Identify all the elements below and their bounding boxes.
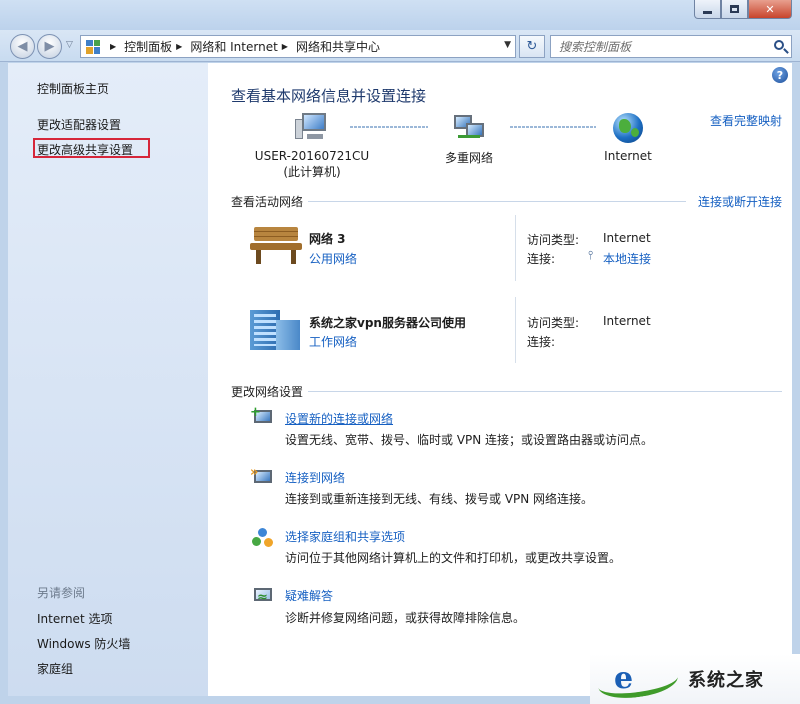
breadcrumb-item[interactable]: 网络和共享中心 [296,38,380,55]
section-divider [308,201,686,202]
task-description: 连接到或重新连接到无线、有线、拨号或 VPN 网络连接。 [285,492,594,506]
connect-to-network-link[interactable]: 连接到网络 [285,469,345,486]
help-icon[interactable]: ? [772,67,788,83]
watermark: e 系统之家 [590,654,800,704]
access-type-label: 访问类型: [527,233,580,247]
window-titlebar: ✕ [0,0,800,30]
work-network-building-icon [250,306,300,350]
back-arrow-icon: ◀ [17,39,28,54]
minimize-button[interactable] [694,0,721,19]
network-label: 多重网络 [444,151,493,165]
page-title: 查看基本网络信息并设置连接 [231,87,427,105]
computer-caption: (此计算机) [283,165,341,179]
access-type-value: Internet [603,231,651,245]
address-bar[interactable]: ▶ 控制面板 ▶ 网络和 Internet ▶ 网络和共享中心 ▼ [80,35,516,58]
breadcrumb-item[interactable]: 网络和 Internet [190,38,277,55]
search-input[interactable] [559,39,759,54]
change-settings-heading: 更改网络设置 [231,385,304,399]
computer-icon [295,113,329,143]
breadcrumb-separator-icon[interactable]: ▶ [110,42,116,51]
sidebar-item-internet-options[interactable]: Internet 选项 [37,610,112,627]
map-network[interactable]: 多重网络 [430,113,508,166]
navigation-bar: ◀ ▶ ▽ ▶ 控制面板 ▶ 网络和 Internet ▶ 网络和共享中心 ▼ … [0,30,800,62]
setup-new-connection-link[interactable]: 设置新的连接或网络 [285,410,393,427]
map-computer[interactable]: USER-20160721CU (此计算机) [252,113,372,180]
search-box[interactable] [550,35,792,58]
section-divider [308,391,782,392]
close-button[interactable]: ✕ [748,0,792,19]
watermark-logo-icon: e [596,659,682,703]
refresh-button[interactable]: ↻ [519,35,545,58]
homegroup-sharing-icon [250,526,274,548]
watermark-text: 系统之家 [688,670,764,691]
computer-name: USER-20160721CU [254,149,370,163]
sidebar: 控制面板主页 更改适配器设置 更改高级共享设置 另请参阅 Internet 选项… [8,63,208,696]
new-connection-icon: + [250,406,274,430]
breadcrumb-separator-icon[interactable]: ▶ [282,42,288,51]
connections-label: 连接: [527,252,556,266]
maximize-button[interactable] [721,0,748,19]
back-button[interactable]: ◀ [10,34,35,59]
public-network-bench-icon [250,225,302,267]
forward-arrow-icon: ▶ [44,39,55,54]
map-connection-line [350,126,428,128]
connect-to-network-icon: » [250,466,274,490]
internet-label: Internet [604,149,652,163]
multiple-networks-icon [452,113,486,143]
local-connection-link[interactable]: 本地连接 [603,250,651,267]
vertical-divider [515,215,516,281]
network-category-link[interactable]: 公用网络 [309,250,357,267]
forward-button[interactable]: ▶ [37,34,62,59]
task-description: 访问位于其他网络计算机上的文件和打印机，或更改共享设置。 [285,551,622,565]
network-name: 系统之家vpn服务器公司使用 [309,316,466,330]
window-controls: ✕ [694,0,792,19]
view-full-map-link[interactable]: 查看完整映射 [710,112,782,129]
close-icon: ✕ [765,2,775,16]
network-category-link[interactable]: 工作网络 [309,333,357,350]
control-panel-icon [86,39,100,54]
task-description: 诊断并修复网络问题，或获得故障排除信息。 [285,611,526,625]
troubleshoot-icon: ≈ [250,586,274,608]
map-internet[interactable]: Internet [590,113,666,163]
sidebar-item-windows-firewall[interactable]: Windows 防火墙 [37,635,130,652]
sidebar-item-change-adapter-settings[interactable]: 更改适配器设置 [37,116,121,133]
minimize-icon [703,10,712,14]
connections-label: 连接: [527,335,556,349]
access-type-label: 访问类型: [527,316,580,330]
maximize-icon [730,5,739,13]
address-dropdown-icon[interactable]: ▼ [504,40,511,50]
sidebar-item-homegroup[interactable]: 家庭组 [37,660,73,677]
recent-pages-dropdown[interactable]: ▽ [66,40,73,50]
active-networks-heading: 查看活动网络 [231,195,304,209]
search-icon[interactable] [774,40,784,50]
vertical-divider [515,297,516,363]
ethernet-icon: ⫯ [588,248,594,262]
main-content: ? 查看基本网络信息并设置连接 查看完整映射 USER-20160721CU (… [208,63,792,696]
network-name: 网络 3 [309,232,346,246]
access-type-value: Internet [603,314,651,328]
refresh-icon: ↻ [526,39,538,54]
map-connection-line [510,126,596,128]
sidebar-item-change-advanced-sharing[interactable]: 更改高级共享设置 [37,141,133,158]
homegroup-sharing-link[interactable]: 选择家庭组和共享选项 [285,528,405,545]
see-also-heading: 另请参阅 [37,586,86,600]
connect-or-disconnect-link[interactable]: 连接或断开连接 [698,193,782,210]
sidebar-item-control-panel-home[interactable]: 控制面板主页 [37,80,109,97]
globe-icon [613,113,643,143]
breadcrumb-separator-icon[interactable]: ▶ [176,42,182,51]
task-description: 设置无线、宽带、拨号、临时或 VPN 连接；或设置路由器或访问点。 [285,433,654,447]
breadcrumb-item[interactable]: 控制面板 [124,38,172,55]
troubleshoot-link[interactable]: 疑难解答 [285,587,333,604]
